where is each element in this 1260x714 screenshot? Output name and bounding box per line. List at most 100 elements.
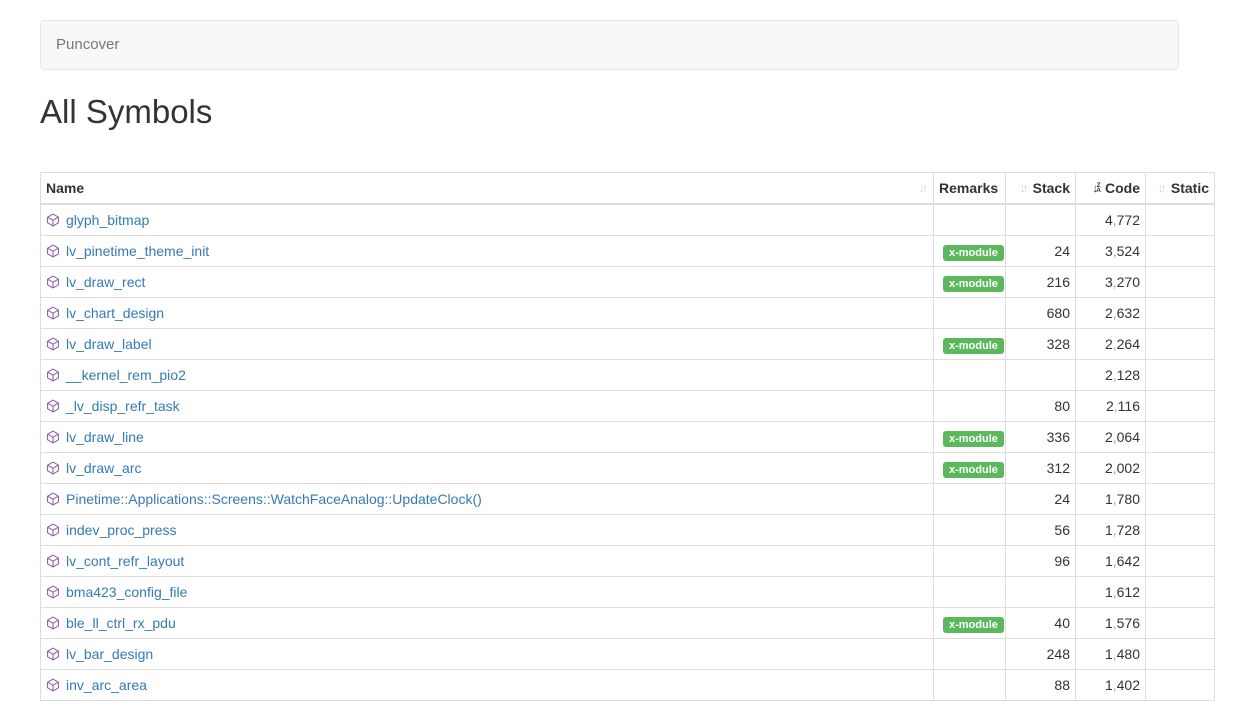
static-value bbox=[1146, 484, 1215, 515]
symbol-link[interactable]: lv_draw_arc bbox=[66, 458, 141, 478]
symbol-link[interactable]: lv_draw_line bbox=[66, 427, 144, 447]
remarks-cell bbox=[934, 577, 1006, 608]
x-module-badge: x-module bbox=[943, 431, 1004, 447]
column-label: Code bbox=[1105, 178, 1140, 198]
symbol-link[interactable]: lv_draw_rect bbox=[66, 272, 145, 292]
package-icon bbox=[46, 399, 60, 413]
static-value bbox=[1146, 639, 1215, 670]
sort-icon: ↓↑ bbox=[1020, 178, 1029, 198]
x-module-badge: x-module bbox=[943, 617, 1004, 633]
stack-value: 680 bbox=[1006, 298, 1076, 329]
symbol-link[interactable]: _lv_disp_refr_task bbox=[66, 396, 180, 416]
x-module-badge: x-module bbox=[943, 338, 1004, 354]
column-header-stack[interactable]: ↓↑Stack bbox=[1006, 173, 1076, 205]
remarks-cell: x-module bbox=[934, 453, 1006, 484]
static-value bbox=[1146, 546, 1215, 577]
table-row: _lv_disp_refr_task 80 2,116 bbox=[41, 391, 1215, 422]
symbol-link[interactable]: lv_cont_refr_layout bbox=[66, 551, 184, 571]
table-row: bma423_config_file 1,612 bbox=[41, 577, 1215, 608]
symbol-link[interactable]: __kernel_rem_pio2 bbox=[66, 365, 186, 385]
remarks-cell bbox=[934, 484, 1006, 515]
table-row: lv_bar_design 248 1,480 bbox=[41, 639, 1215, 670]
package-icon bbox=[46, 554, 60, 568]
x-module-badge: x-module bbox=[943, 276, 1004, 292]
column-label: Static bbox=[1171, 178, 1209, 198]
symbol-link[interactable]: glyph_bitmap bbox=[66, 210, 149, 230]
stack-value: 24 bbox=[1006, 484, 1076, 515]
stack-value: 96 bbox=[1006, 546, 1076, 577]
static-value bbox=[1146, 267, 1215, 298]
table-row: ble_ll_ctrl_rx_pdu x-module 40 1,576 bbox=[41, 608, 1215, 639]
sort-icon: ↓↑ bbox=[1158, 178, 1167, 198]
table-row: inv_arc_area 88 1,402 bbox=[41, 670, 1215, 701]
package-icon bbox=[46, 337, 60, 351]
code-value: 1,780 bbox=[1076, 484, 1146, 515]
stack-value bbox=[1006, 360, 1076, 391]
symbol-link[interactable]: lv_bar_design bbox=[66, 644, 153, 664]
code-value: 4,772 bbox=[1076, 204, 1146, 236]
x-module-badge: x-module bbox=[943, 462, 1004, 478]
stack-value: 328 bbox=[1006, 329, 1076, 360]
code-value: 1,642 bbox=[1076, 546, 1146, 577]
stack-value: 56 bbox=[1006, 515, 1076, 546]
package-icon bbox=[46, 523, 60, 537]
x-module-badge: x-module bbox=[943, 245, 1004, 261]
symbol-link[interactable]: lv_chart_design bbox=[66, 303, 164, 323]
page-content: Puncover All Symbols Name↓↑Remarks↓↑Stac… bbox=[40, 20, 1260, 701]
stack-value: 88 bbox=[1006, 670, 1076, 701]
symbol-link[interactable]: inv_arc_area bbox=[66, 675, 147, 695]
navbar-brand-link[interactable]: Puncover bbox=[41, 21, 134, 69]
code-value: 1,576 bbox=[1076, 608, 1146, 639]
package-icon bbox=[46, 430, 60, 444]
static-value bbox=[1146, 453, 1215, 484]
package-icon bbox=[46, 492, 60, 506]
static-value bbox=[1146, 298, 1215, 329]
stack-value bbox=[1006, 204, 1076, 236]
table-header: Name↓↑Remarks↓↑Stack↓ZACode↓↑Static bbox=[41, 173, 1215, 205]
static-value bbox=[1146, 608, 1215, 639]
stack-value: 80 bbox=[1006, 391, 1076, 422]
package-icon bbox=[46, 213, 60, 227]
package-icon bbox=[46, 275, 60, 289]
remarks-cell bbox=[934, 670, 1006, 701]
static-value bbox=[1146, 329, 1215, 360]
static-value bbox=[1146, 391, 1215, 422]
package-icon bbox=[46, 461, 60, 475]
code-value: 2,064 bbox=[1076, 422, 1146, 453]
remarks-cell bbox=[934, 515, 1006, 546]
code-value: 3,524 bbox=[1076, 236, 1146, 267]
symbol-link[interactable]: lv_draw_label bbox=[66, 334, 152, 354]
package-icon bbox=[46, 306, 60, 320]
sort-desc-icon: ↓ZA bbox=[1092, 178, 1101, 198]
symbol-link[interactable]: bma423_config_file bbox=[66, 582, 187, 602]
package-icon bbox=[46, 678, 60, 692]
symbol-link[interactable]: indev_proc_press bbox=[66, 520, 177, 540]
table-row: lv_draw_rect x-module 216 3,270 bbox=[41, 267, 1215, 298]
static-value bbox=[1146, 204, 1215, 236]
code-value: 2,264 bbox=[1076, 329, 1146, 360]
remarks-cell bbox=[934, 204, 1006, 236]
table-row: lv_draw_label x-module 328 2,264 bbox=[41, 329, 1215, 360]
column-label: Stack bbox=[1033, 178, 1070, 198]
code-value: 1,612 bbox=[1076, 577, 1146, 608]
stack-value: 24 bbox=[1006, 236, 1076, 267]
code-value: 2,002 bbox=[1076, 453, 1146, 484]
static-value bbox=[1146, 422, 1215, 453]
symbol-link[interactable]: ble_ll_ctrl_rx_pdu bbox=[66, 613, 176, 633]
column-header-code[interactable]: ↓ZA Code bbox=[1076, 173, 1146, 205]
remarks-cell bbox=[934, 546, 1006, 577]
stack-value: 216 bbox=[1006, 267, 1076, 298]
remarks-cell: x-module bbox=[934, 267, 1006, 298]
code-value: 2,128 bbox=[1076, 360, 1146, 391]
symbol-link[interactable]: Pinetime::Applications::Screens::WatchFa… bbox=[66, 489, 482, 509]
column-header-name[interactable]: Name↓↑ bbox=[41, 173, 934, 205]
column-header-static[interactable]: ↓↑Static bbox=[1146, 173, 1215, 205]
column-header-remarks: Remarks bbox=[934, 173, 1006, 205]
navbar: Puncover bbox=[40, 20, 1179, 70]
symbol-link[interactable]: lv_pinetime_theme_init bbox=[66, 241, 209, 261]
table-row: lv_draw_line x-module 336 2,064 bbox=[41, 422, 1215, 453]
stack-value: 40 bbox=[1006, 608, 1076, 639]
package-icon bbox=[46, 244, 60, 258]
remarks-cell bbox=[934, 360, 1006, 391]
remarks-cell: x-module bbox=[934, 236, 1006, 267]
